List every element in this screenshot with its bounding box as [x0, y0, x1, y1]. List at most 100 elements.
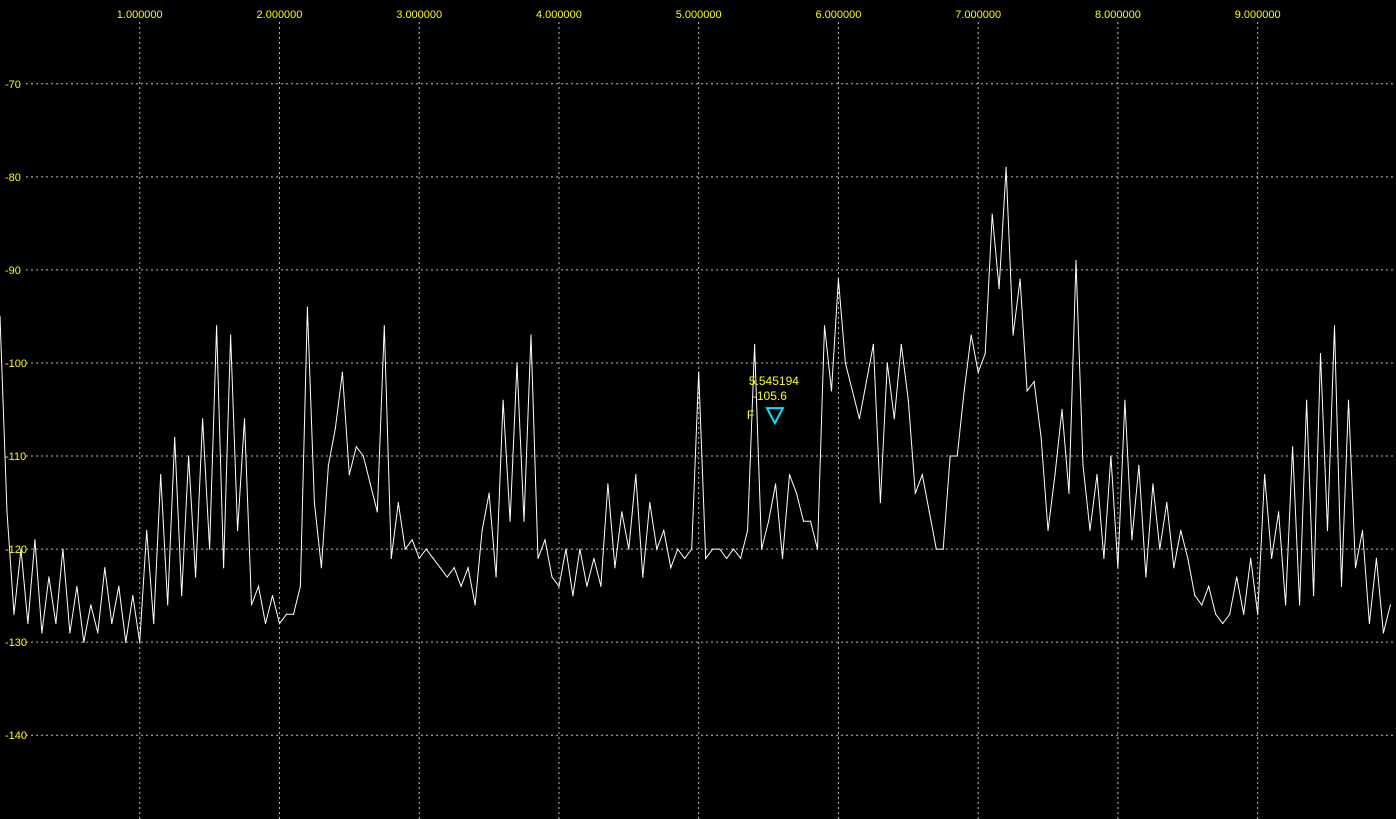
trace-point [62, 548, 64, 550]
trace-point [516, 362, 518, 364]
trace-point [481, 529, 483, 532]
marker-label: F [747, 408, 754, 422]
trace-point [726, 557, 728, 560]
trace-point [1305, 399, 1308, 401]
y-tick-label: -100 [5, 358, 27, 370]
trace-point [893, 418, 895, 420]
trace-point [1110, 455, 1112, 457]
trace-point [907, 399, 909, 401]
trace-point [558, 585, 560, 587]
trace-point [1159, 548, 1161, 550]
trace-point [1382, 632, 1385, 634]
trace-point [991, 213, 993, 215]
trace-point [243, 418, 246, 420]
trace-point [1187, 557, 1189, 560]
trace-point [285, 613, 288, 615]
trace-point [460, 585, 462, 587]
trace-point [593, 557, 595, 560]
x-tick-label: 3.000000 [396, 9, 442, 21]
trace-point [132, 595, 134, 597]
trace-point [1264, 474, 1266, 476]
trace-point [390, 557, 392, 560]
x-tick-label: 5.000000 [676, 9, 722, 21]
trace-point [1347, 399, 1350, 401]
trace-point [139, 641, 141, 643]
trace-point [397, 501, 399, 504]
trace-point [621, 511, 623, 513]
trace-point [83, 641, 85, 643]
trace-point [858, 418, 860, 420]
trace-point [1138, 464, 1140, 466]
trace-point [544, 539, 546, 541]
trace-point [299, 585, 302, 587]
trace-point [628, 548, 630, 550]
trace-point [362, 455, 364, 457]
trace-point [97, 632, 99, 634]
trace-point [823, 325, 826, 327]
trace-point [1257, 613, 1259, 615]
trace-point [1291, 446, 1294, 448]
trace-point [1319, 353, 1322, 355]
x-tick-label: 8.000000 [1095, 9, 1141, 21]
trace-point [1194, 595, 1196, 597]
trace-point [865, 380, 867, 383]
trace-point [27, 622, 29, 625]
trace-point [851, 390, 854, 392]
trace-point [425, 548, 427, 550]
trace-point [292, 613, 295, 615]
trace-point [222, 567, 225, 569]
trace-point [998, 287, 1000, 290]
trace-point [174, 436, 176, 439]
trace-point [928, 511, 930, 513]
trace-point [1089, 529, 1091, 532]
trace-point [733, 548, 735, 550]
spectrum-display[interactable]: 1.000000 2.000000 3.000000 4.000000 5.000000… [0, 0, 1396, 819]
spectrum-plot[interactable]: 1.000000 2.000000 3.000000 4.000000 5.000000… [0, 0, 1396, 819]
trace-point [411, 539, 413, 541]
trace-point [341, 371, 343, 373]
trace-point [432, 557, 434, 560]
trace-point [900, 343, 902, 345]
trace-point [209, 548, 211, 550]
trace-point [760, 548, 763, 550]
trace-point [705, 557, 707, 560]
trace-point [809, 520, 812, 522]
y-tick-label: -110 [5, 451, 26, 463]
trace-point [1145, 576, 1147, 578]
trace-point [1026, 390, 1028, 392]
trace-point [76, 585, 78, 587]
trace-point [767, 520, 770, 522]
trace-point [530, 334, 532, 336]
trace-point [1005, 166, 1007, 169]
trace-point [1278, 511, 1280, 513]
trace-point [719, 548, 721, 550]
trace-point [160, 474, 162, 476]
trace-point [740, 557, 742, 560]
trace-point [6, 511, 8, 513]
trace-point [1333, 325, 1336, 327]
trace-point [747, 529, 749, 532]
trace-point [670, 567, 672, 569]
trace-point [146, 529, 148, 532]
trace-point [753, 343, 756, 345]
trace-point [1312, 595, 1315, 597]
trace-point [614, 567, 616, 569]
trace-point [607, 483, 609, 485]
trace-point [229, 334, 232, 336]
trace-point [1222, 622, 1224, 625]
trace-point [1061, 408, 1063, 411]
trace-point [264, 622, 267, 625]
trace-point [984, 353, 986, 355]
trace-point [886, 362, 888, 364]
trace-point [635, 474, 637, 476]
trace-point [788, 474, 791, 476]
trace-point [914, 492, 916, 494]
trace-point [55, 622, 57, 625]
trace-point [1340, 585, 1343, 587]
trace-point [13, 613, 15, 615]
trace-point [90, 604, 92, 606]
x-tick-label: 1.000000 [117, 9, 163, 21]
trace-point [1250, 557, 1252, 560]
trace-point [1152, 483, 1154, 485]
trace-point [642, 576, 644, 578]
